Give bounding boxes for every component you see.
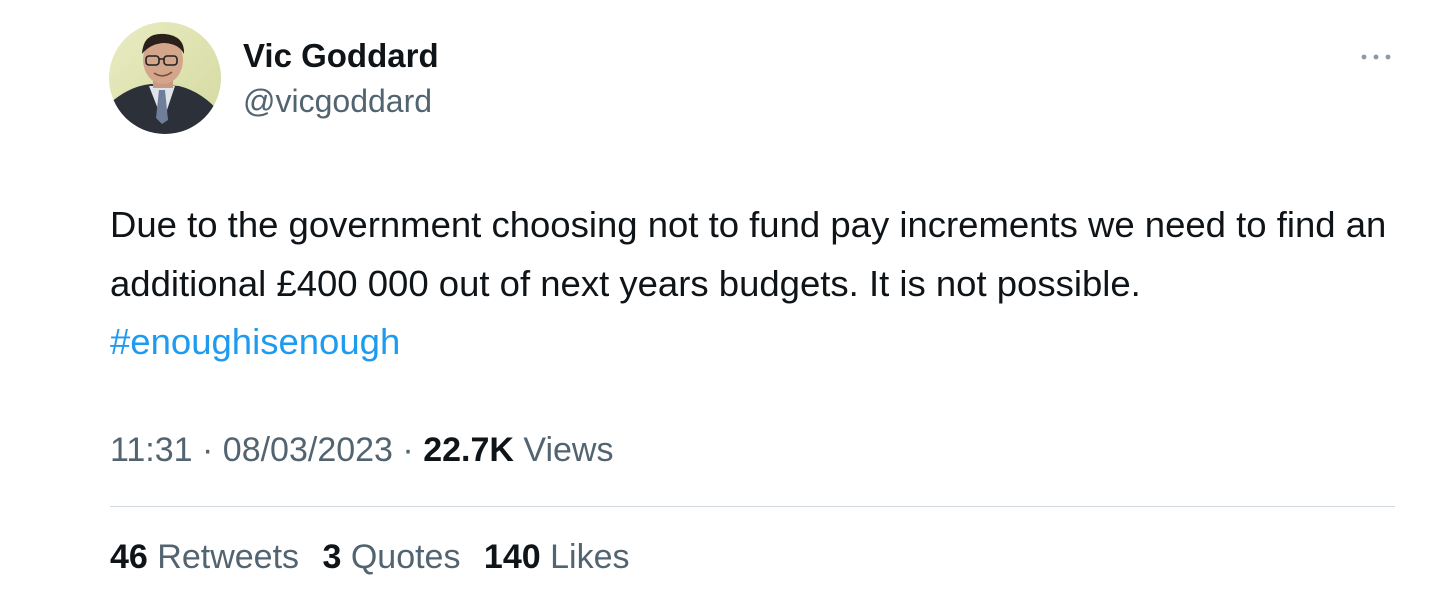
likes-stat[interactable]: 140 Likes xyxy=(484,535,630,579)
views-count[interactable]: 22.7K xyxy=(423,431,514,469)
display-name[interactable]: Vic Goddard xyxy=(243,36,439,76)
retweets-label: Retweets xyxy=(157,538,300,576)
likes-count: 140 xyxy=(483,538,541,576)
profile-photo-icon xyxy=(109,22,221,134)
views-label[interactable]: Views xyxy=(523,431,613,469)
tweet-time[interactable]: 11:31 xyxy=(110,431,193,469)
separator: · xyxy=(402,431,414,469)
retweets-count: 46 xyxy=(110,538,148,576)
hashtag-link[interactable]: #enoughisenough xyxy=(110,321,400,362)
tweet-body: Due to the government choosing not to fu… xyxy=(110,204,1387,304)
retweets-stat[interactable]: 46 Retweets xyxy=(110,535,299,579)
avatar[interactable] xyxy=(109,22,221,134)
tweet-date[interactable]: 08/03/2023 xyxy=(223,431,393,469)
separator: · xyxy=(202,431,214,469)
quotes-label: Quotes xyxy=(350,538,461,576)
divider xyxy=(110,506,1395,507)
user-handle[interactable]: @vicgoddard xyxy=(243,81,432,121)
engagement-stats: 46 Retweets 3 Quotes 140 Likes xyxy=(110,535,643,579)
tweet-text: Due to the government choosing not to fu… xyxy=(110,196,1400,372)
quotes-count: 3 xyxy=(322,538,342,576)
likes-label: Likes xyxy=(550,538,630,576)
more-options-icon[interactable] xyxy=(1356,42,1396,72)
tweet-metadata: 11:31 · 08/03/2023 · 22.7K Views xyxy=(110,428,613,472)
quotes-stat[interactable]: 3 Quotes xyxy=(322,535,460,579)
